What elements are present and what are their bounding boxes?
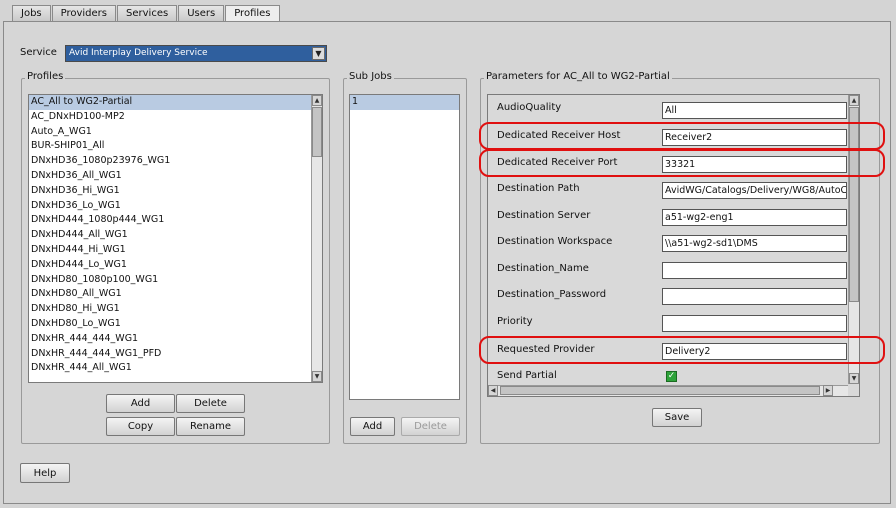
param-name-destination-path: Destination Path [497,183,580,194]
profile-list-item[interactable]: DNxHD36_1080p23976_WG1 [29,154,322,169]
param-value-destination-path[interactable]: AvidWG/Catalogs/Delivery/WG8/AutoClou [662,182,847,199]
subjob-delete-button[interactable]: Delete [401,417,460,436]
param-name-destination-server: Destination Server [497,210,591,221]
profile-rename-button[interactable]: Rename [176,417,245,436]
param-name-destination-password: Destination_Password [497,289,607,300]
service-select-value: Avid Interplay Delivery Service [69,48,208,58]
profiles-scrollbar[interactable]: ▲ ▼ [311,95,322,382]
scroll-left-icon[interactable]: ◀ [488,385,498,396]
profile-list-item[interactable]: AC_All to WG2-Partial [29,95,322,110]
param-name-send-partial: Send Partial [497,370,557,381]
highlight-requested-provider [479,336,885,364]
profile-add-button[interactable]: Add [106,394,175,413]
profile-list-item[interactable]: DNxHD444_Lo_WG1 [29,258,322,273]
save-button[interactable]: Save [652,408,702,427]
chevron-down-icon[interactable]: ▼ [312,47,325,60]
scroll-down-icon[interactable]: ▼ [312,371,322,382]
profiles-list[interactable]: AC_All to WG2-Partial AC_DNxHD100-MP2 Auto… [28,94,323,383]
subjobs-list[interactable]: 1 [349,94,460,400]
service-select[interactable]: Avid Interplay Delivery Service ▼ [65,45,327,62]
tab-bar: Jobs Providers Services Users Profiles [12,5,281,23]
param-value-destination-workspace[interactable]: \\a51-wg2-sd1\DMS [662,235,847,252]
param-name-audioquality: AudioQuality [497,102,562,113]
param-value-destination-name[interactable] [662,262,847,279]
profile-list-item[interactable]: DNxHD444_Hi_WG1 [29,243,322,258]
scroll-thumb-horizontal[interactable] [500,386,820,395]
param-value-destination-password[interactable] [662,288,847,305]
param-value-audioquality[interactable]: All [662,102,847,119]
scroll-up-icon[interactable]: ▲ [312,95,322,106]
profile-list-item[interactable]: DNxHD36_Hi_WG1 [29,184,322,199]
profile-list-item[interactable]: DNxHD80_Lo_WG1 [29,317,322,332]
tab-users[interactable]: Users [178,5,225,22]
tab-services[interactable]: Services [117,5,178,22]
profile-list-item[interactable]: DNxHD444_All_WG1 [29,228,322,243]
param-value-priority[interactable] [662,315,847,332]
profile-list-item[interactable]: DNxHD36_Lo_WG1 [29,199,322,214]
profile-list-item[interactable]: DNxHR_444_444_WG1 [29,332,322,347]
tab-providers[interactable]: Providers [51,5,117,22]
subjobs-title: Sub Jobs [347,71,394,82]
highlight-receiver-host [479,122,885,150]
profile-list-item[interactable]: DNxHD80_Hi_WG1 [29,302,322,317]
profile-list-item[interactable]: BUR-SHIP01_All [29,139,322,154]
profiles-title: Profiles [25,71,66,82]
tab-jobs[interactable]: Jobs [12,5,51,22]
scroll-thumb[interactable] [312,107,322,157]
param-value-destination-server[interactable]: a51-wg2-eng1 [662,209,847,226]
scroll-up-icon[interactable]: ▲ [849,95,859,106]
profile-list-item[interactable]: DNxHR_444_All_WG1 [29,361,322,376]
profile-delete-button[interactable]: Delete [176,394,245,413]
scroll-right-icon[interactable]: ▶ [823,385,833,396]
send-partial-checkbox[interactable]: ✓ [666,371,677,382]
params-hscrollbar[interactable]: ◀ ▶ [488,385,848,396]
profile-list-item[interactable]: Auto_A_WG1 [29,125,322,140]
check-icon: ✓ [667,371,676,381]
params-title: Parameters for AC_All to WG2-Partial [484,71,672,82]
profiles-rows: AC_All to WG2-Partial AC_DNxHD100-MP2 Auto… [29,95,322,376]
param-name-destination-workspace: Destination Workspace [497,236,613,247]
help-button[interactable]: Help [20,463,70,483]
profile-list-item[interactable]: DNxHD36_All_WG1 [29,169,322,184]
subjobs-rows: 1 [350,95,459,110]
subjob-add-button[interactable]: Add [350,417,395,436]
profile-list-item[interactable]: DNxHD444_1080p444_WG1 [29,213,322,228]
subjob-list-item[interactable]: 1 [350,95,459,110]
param-name-priority: Priority [497,316,533,327]
param-name-destination-name: Destination_Name [497,263,589,274]
profile-list-item[interactable]: DNxHR_444_444_WG1_PFD [29,347,322,362]
profile-list-item[interactable]: AC_DNxHD100-MP2 [29,110,322,125]
profile-list-item[interactable]: DNxHD80_All_WG1 [29,287,322,302]
highlight-receiver-port [479,149,885,177]
profile-copy-button[interactable]: Copy [106,417,175,436]
scroll-down-icon[interactable]: ▼ [849,373,859,384]
profile-list-item[interactable]: DNxHD80_1080p100_WG1 [29,273,322,288]
service-label: Service [20,47,57,58]
